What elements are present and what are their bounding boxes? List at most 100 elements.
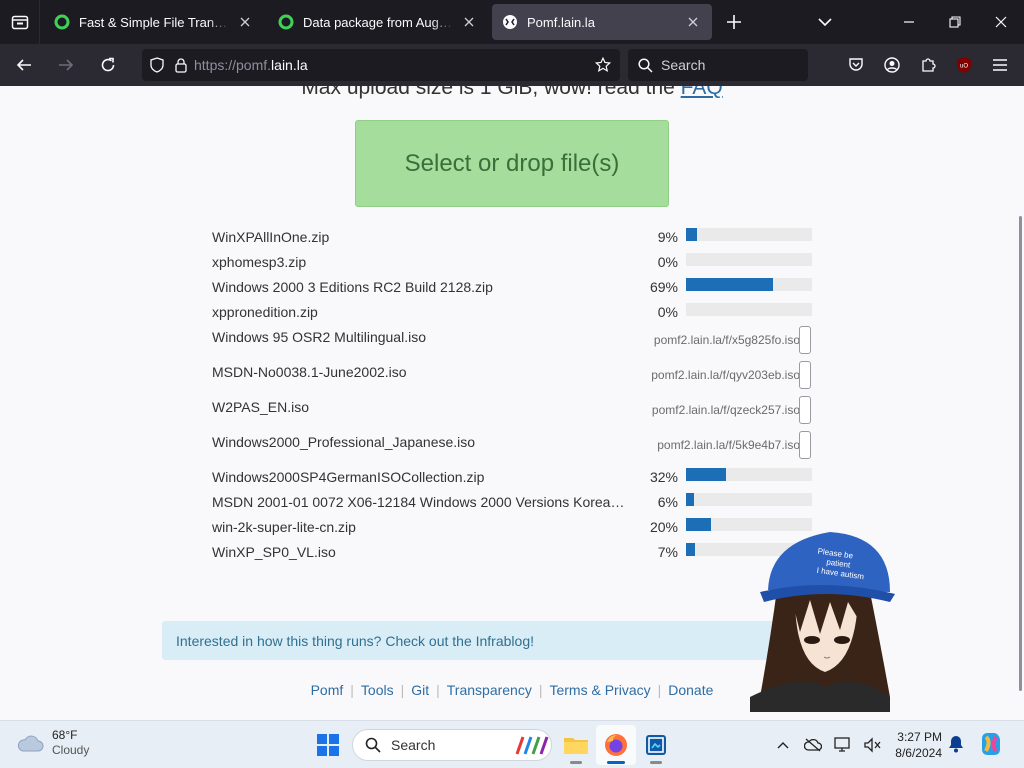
url-text[interactable]: https://pomf.lain.la [194, 57, 588, 73]
page-content: Max upload size is 1 GiB, wow! read the … [0, 86, 1024, 720]
pocket-icon [849, 58, 863, 71]
select-drop-files-button[interactable]: Select or drop file(s) [355, 120, 669, 207]
faq-link[interactable]: FAQ [681, 86, 723, 99]
close-window-button[interactable] [978, 0, 1024, 44]
start-button[interactable] [308, 725, 348, 765]
footer-link-transparency[interactable]: Transparency [447, 682, 532, 698]
taskbar-search-box[interactable]: Search [352, 729, 552, 761]
nav-bar: https://pomf.lain.la Search uO [0, 44, 1024, 86]
progress-fill [686, 228, 698, 241]
reload-button[interactable] [90, 49, 126, 81]
footer-separator: | [436, 682, 440, 698]
footer-link-donate[interactable]: Donate [668, 682, 713, 698]
close-tab-button[interactable] [460, 13, 478, 31]
footer-link-git[interactable]: Git [411, 682, 429, 698]
list-all-tabs-button[interactable] [0, 0, 40, 44]
copy-link-checkbox[interactable] [799, 431, 811, 459]
pocket-button[interactable] [838, 49, 874, 81]
reload-icon [101, 57, 115, 72]
file-url-link[interactable]: pomf2.lain.la/f/qyv203eb.iso [651, 368, 800, 382]
windows-logo-icon [317, 734, 339, 756]
scrollbar-thumb[interactable] [1019, 216, 1022, 691]
volume-button[interactable] [858, 729, 888, 761]
running-indicator [570, 761, 582, 764]
file-name: WinXPAllInOne.zip [212, 229, 330, 245]
footer-link-tools[interactable]: Tools [361, 682, 394, 698]
upload-row: Windows2000SP4GermanISOCollection.zip 32% [212, 466, 812, 491]
taskbar-search-label: Search [391, 737, 436, 753]
close-tab-button[interactable] [236, 13, 254, 31]
footer-link-terms-privacy[interactable]: Terms & Privacy [549, 682, 650, 698]
upload-percent: 32% [649, 469, 678, 485]
footer-link-pomf[interactable]: Pomf [311, 682, 344, 698]
svg-text:uO: uO [960, 64, 968, 70]
tracking-protection-shield-icon[interactable] [142, 49, 172, 81]
browser-tab[interactable]: Pomf.lain.la [492, 4, 712, 40]
firefox-button[interactable] [596, 725, 636, 765]
restore-icon [949, 16, 961, 28]
notifications-button[interactable] [948, 735, 964, 758]
network-button[interactable] [828, 729, 858, 761]
upload-row: W2PAS_EN.iso pomf2.lain.la/f/qzeck257.iso [212, 396, 812, 431]
progress-fill [686, 468, 727, 481]
weather-widget[interactable]: 68°F Cloudy [16, 728, 89, 758]
upload-percent: 69% [649, 279, 678, 295]
tab-overflow-chevron-button[interactable] [802, 0, 848, 44]
upload-file-list: WinXPAllInOne.zip 9% xphomesp3.zip 0% Window… [212, 226, 812, 566]
close-icon [464, 17, 474, 27]
max-upload-text: Max upload size is 1 GiB, wow! read the … [0, 86, 1024, 100]
close-tab-button[interactable] [684, 13, 702, 31]
minimize-button[interactable] [886, 0, 932, 44]
back-button[interactable] [6, 49, 42, 81]
folder-icon [564, 738, 588, 754]
browser-tab[interactable]: Fast & Simple File Transfers - File [44, 4, 264, 40]
upload-row: MSDN-No0038.1-June2002.iso pomf2.lain.la/… [212, 361, 812, 396]
file-name: MSDN-No0038.1-June2002.iso [212, 364, 407, 380]
browser-tab[interactable]: Data package from August 6th. [268, 4, 488, 40]
app-menu-button[interactable] [982, 49, 1018, 81]
max-upload-label: Max upload size is 1 GiB, wow! read the [301, 86, 681, 99]
restore-button[interactable] [932, 0, 978, 44]
show-hidden-icons-button[interactable] [768, 729, 798, 761]
upload-row: WinXPAllInOne.zip 9% [212, 226, 812, 251]
windows-taskbar: 68°F Cloudy Search 3:27 PM 8/6/2024 [0, 720, 1024, 768]
account-button[interactable] [874, 49, 910, 81]
onedrive-button[interactable] [798, 729, 828, 761]
running-indicator [607, 761, 625, 764]
url-bar[interactable]: https://pomf.lain.la [142, 49, 620, 81]
taskbar-apps: Search [308, 725, 676, 765]
file-url-link[interactable]: pomf2.lain.la/f/x5g825fo.iso [654, 333, 800, 347]
file-url-link[interactable]: pomf2.lain.la/f/qzeck257.iso [652, 403, 800, 417]
drop-button-label: Select or drop file(s) [404, 149, 620, 177]
search-highlight-pencils-icon [515, 736, 549, 755]
forward-button[interactable] [48, 49, 84, 81]
cloud-icon [17, 735, 44, 752]
copy-link-checkbox[interactable] [799, 361, 811, 389]
copy-link-checkbox[interactable] [799, 326, 811, 354]
toolbar-right: uO [838, 49, 1018, 81]
file-name: Windows 95 OSR2 Multilingual.iso [212, 329, 426, 345]
footer-separator: | [657, 682, 662, 698]
chevron-down-icon [818, 18, 832, 27]
page-scrollbar[interactable] [1016, 86, 1024, 720]
green-ring-icon [278, 14, 294, 30]
copy-link-checkbox[interactable] [799, 396, 811, 424]
search-bar[interactable]: Search [628, 49, 808, 81]
snipping-tool-button[interactable] [636, 725, 676, 765]
bookmark-star-icon[interactable] [588, 49, 618, 81]
new-tab-button[interactable] [716, 4, 752, 40]
extensions-button[interactable] [910, 49, 946, 81]
ublock-origin-button[interactable]: uO [946, 49, 982, 81]
search-placeholder: Search [661, 57, 706, 73]
copilot-button[interactable] [978, 731, 1004, 762]
clock-time: 3:27 PM [897, 730, 942, 744]
clock[interactable]: 3:27 PM 8/6/2024 [886, 729, 942, 761]
file-name: W2PAS_EN.iso [212, 399, 309, 415]
lock-icon[interactable] [172, 49, 190, 81]
infrablog-text: Interested in how this thing runs? Check… [176, 632, 534, 649]
progress-fill [686, 518, 712, 531]
pomf-icon [503, 15, 517, 29]
file-explorer-button[interactable] [556, 725, 596, 765]
running-indicator [650, 761, 662, 764]
file-url-link[interactable]: pomf2.lain.la/f/5k9e4b7.iso [657, 438, 800, 452]
